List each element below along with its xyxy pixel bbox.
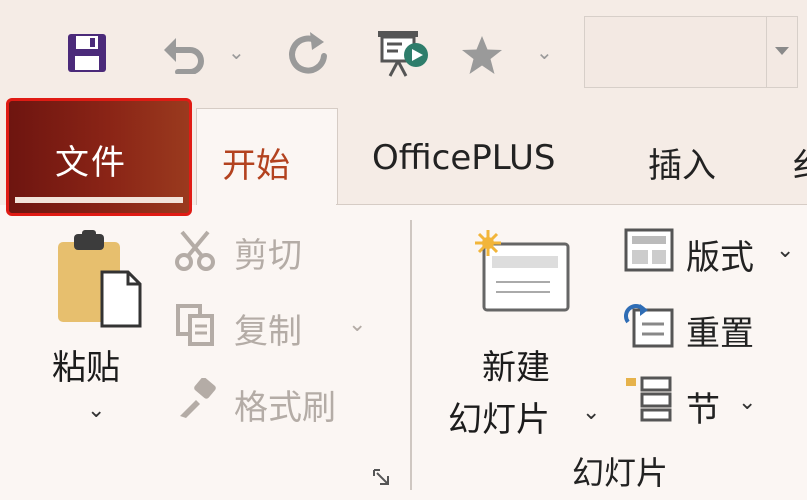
clipboard-dialog-launcher-icon[interactable] [372, 468, 392, 488]
tab-file-underline [15, 197, 183, 203]
title-dropdown-button[interactable] [766, 16, 798, 88]
tab-file-label: 文件 [55, 143, 127, 183]
format-painter-icon [180, 378, 216, 418]
new-slide-dropdown-chevron-icon[interactable]: ⌄ [582, 400, 600, 425]
paste-label[interactable]: 粘贴 [52, 340, 120, 389]
layout-icon [624, 228, 674, 272]
layout-dropdown-chevron-icon[interactable]: ⌄ [776, 238, 794, 263]
copy-icon [176, 304, 214, 346]
cut-button[interactable]: 剪切 [234, 228, 302, 277]
layout-button[interactable]: 版式 [686, 230, 754, 279]
format-painter-button[interactable]: 格式刷 [234, 380, 336, 429]
group-separator [410, 220, 412, 490]
section-button[interactable]: 节 [686, 382, 720, 431]
paste-dropdown-chevron-icon[interactable]: ⌄ [87, 398, 105, 423]
copy-button[interactable]: 复制 [234, 304, 302, 353]
quick-access-toolbar: ⌄ ⌄ [0, 0, 807, 100]
start-slideshow-icon[interactable] [376, 28, 432, 82]
reset-icon [624, 304, 674, 348]
tab-partial[interactable]: 纟 [792, 138, 807, 187]
undo-dropdown-chevron-icon[interactable]: ⌄ [228, 40, 245, 64]
tab-home[interactable]: 开始 [222, 138, 290, 187]
dropdown-arrow-icon [775, 47, 789, 55]
section-icon [626, 376, 672, 422]
scissors-icon [175, 230, 215, 271]
tab-insert[interactable]: 插入 [648, 138, 716, 187]
new-slide-label-line1[interactable]: 新建 [482, 340, 550, 389]
customize-qat-chevron-icon[interactable]: ⌄ [536, 40, 553, 64]
section-dropdown-chevron-icon[interactable]: ⌄ [738, 390, 756, 415]
save-icon[interactable] [66, 32, 108, 74]
redo-icon[interactable] [288, 30, 332, 76]
title-combobox[interactable] [584, 16, 767, 88]
copy-dropdown-chevron-icon[interactable]: ⌄ [348, 312, 366, 337]
paste-icon[interactable] [56, 230, 146, 330]
reset-button[interactable]: 重置 [686, 306, 754, 355]
slides-group-label: 幻灯片 [572, 454, 669, 492]
tab-file[interactable]: 文件 [6, 98, 192, 216]
new-slide-label-line2[interactable]: 幻灯片 [448, 392, 550, 441]
tab-officeplus[interactable]: OfficePLUS [372, 138, 555, 178]
new-slide-icon[interactable] [470, 228, 574, 318]
star-icon[interactable] [460, 34, 504, 76]
undo-icon[interactable] [160, 32, 206, 74]
